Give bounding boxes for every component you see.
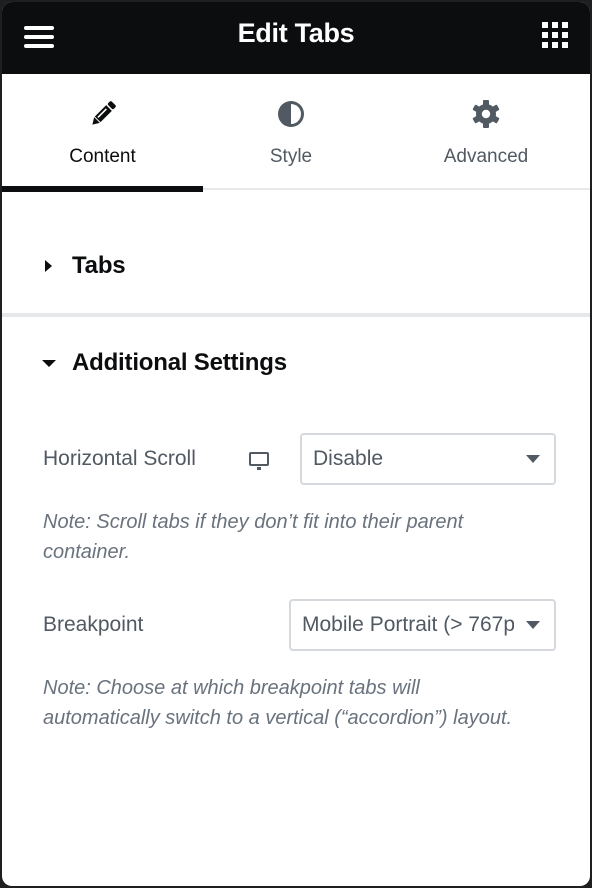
grid-dot [552, 42, 558, 48]
gear-icon [470, 98, 502, 130]
grid-dot [542, 42, 548, 48]
grid-dot [562, 42, 568, 48]
tab-label: Content [69, 146, 136, 167]
section-header: Tabs [42, 252, 126, 280]
caret-down-icon [526, 621, 540, 629]
grid-dot [552, 22, 558, 28]
desktop-monitor-icon[interactable] [247, 449, 271, 478]
section-additional-settings-toggle[interactable]: Additional Settings [42, 349, 287, 377]
grid-dot [552, 32, 558, 38]
dropdown-arrow [514, 601, 554, 649]
caret-down-icon [526, 455, 540, 463]
section-title: Additional Settings [72, 349, 287, 376]
horizontal-scroll-label: Horizontal Scroll [43, 447, 196, 470]
grid-apps-icon [542, 22, 548, 28]
pencil-icon [87, 98, 119, 130]
tab-content[interactable]: Content [2, 74, 203, 192]
dropdown-arrow [514, 435, 554, 483]
section-title: Tabs [72, 252, 126, 279]
caret-down-icon [42, 360, 56, 367]
grid-dot [562, 22, 568, 28]
tab-label: Advanced [443, 146, 529, 167]
section-tabs-toggle[interactable]: Tabs [2, 192, 590, 317]
tab-style[interactable]: Style [203, 74, 379, 190]
tab-label: Style [269, 146, 313, 167]
panel-title: Edit Tabs [237, 18, 355, 48]
caret-right-icon [45, 260, 52, 272]
widgets-grid-button[interactable] [542, 22, 570, 50]
horizontal-scroll-note: Note: Scroll tabs if they don’t fit into… [43, 511, 464, 563]
breakpoint-label: Breakpoint [43, 613, 144, 636]
grid-dot [542, 32, 548, 38]
tab-advanced[interactable]: Advanced [388, 74, 584, 190]
breakpoint-note: Note: Choose at which breakpoint tabs wi… [43, 677, 513, 729]
grid-dot [562, 32, 568, 38]
select-value: Mobile Portrait (> 767px) [302, 613, 533, 636]
panel-tabs: Content Style Advanced [2, 74, 590, 192]
select-value: Disable [313, 447, 384, 470]
panel-header: Edit Tabs [2, 2, 590, 74]
horizontal-scroll-select[interactable]: Disable [300, 433, 556, 485]
breakpoint-select[interactable]: Mobile Portrait (> 767px) [289, 599, 556, 651]
half-circle-contrast-icon [275, 98, 307, 130]
editor-panel: Edit Tabs Content Style Advanced Tabs Ad… [2, 2, 590, 886]
